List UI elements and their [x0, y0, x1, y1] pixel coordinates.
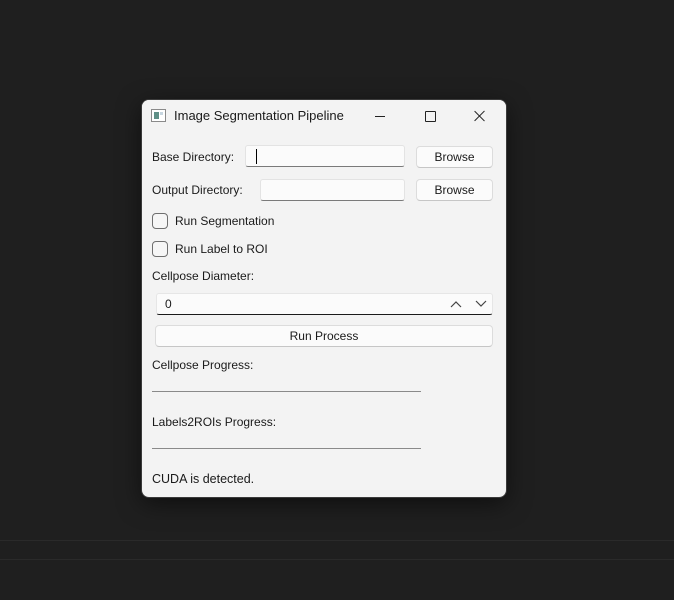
chevron-up-icon [450, 301, 462, 308]
cellpose-diameter-label: Cellpose Diameter: [152, 269, 255, 283]
minimize-icon [375, 115, 385, 117]
output-directory-input[interactable] [260, 179, 405, 201]
desktop-divider [0, 540, 674, 541]
window-title: Image Segmentation Pipeline [174, 108, 344, 123]
base-directory-browse-button[interactable]: Browse [416, 146, 493, 168]
output-directory-label: Output Directory: [152, 183, 243, 197]
run-process-button[interactable]: Run Process [155, 325, 493, 347]
cellpose-diameter-spinbox[interactable]: 0 [156, 293, 493, 315]
text-caret [256, 149, 257, 164]
decrement-button[interactable] [473, 296, 489, 312]
desktop-divider [0, 559, 674, 560]
chevron-down-icon [475, 300, 487, 307]
status-text: CUDA is detected. [152, 472, 255, 486]
close-button[interactable] [456, 100, 504, 132]
run-label-to-roi-label[interactable]: Run Label to ROI [175, 242, 268, 256]
base-directory-input[interactable] [245, 145, 405, 167]
title-bar[interactable]: Image Segmentation Pipeline [142, 100, 506, 132]
minimize-button[interactable] [356, 100, 404, 132]
labels2rois-progress-bar [152, 448, 421, 449]
labels2rois-progress-label: Labels2ROIs Progress: [152, 415, 277, 429]
app-window: Image Segmentation Pipeline Base Directo… [142, 100, 506, 497]
desktop-background: Image Segmentation Pipeline Base Directo… [0, 0, 674, 600]
cellpose-progress-label: Cellpose Progress: [152, 358, 254, 372]
close-icon [474, 110, 486, 122]
app-icon [151, 109, 166, 122]
cellpose-progress-bar [152, 391, 421, 392]
cellpose-diameter-value[interactable]: 0 [165, 297, 172, 311]
run-label-to-roi-checkbox[interactable] [152, 241, 168, 257]
maximize-button[interactable] [406, 100, 454, 132]
run-segmentation-label[interactable]: Run Segmentation [175, 214, 274, 228]
maximize-icon [424, 110, 436, 122]
run-segmentation-checkbox[interactable] [152, 213, 168, 229]
increment-button[interactable] [448, 296, 464, 312]
output-directory-browse-button[interactable]: Browse [416, 179, 493, 201]
base-directory-label: Base Directory: [152, 150, 235, 164]
